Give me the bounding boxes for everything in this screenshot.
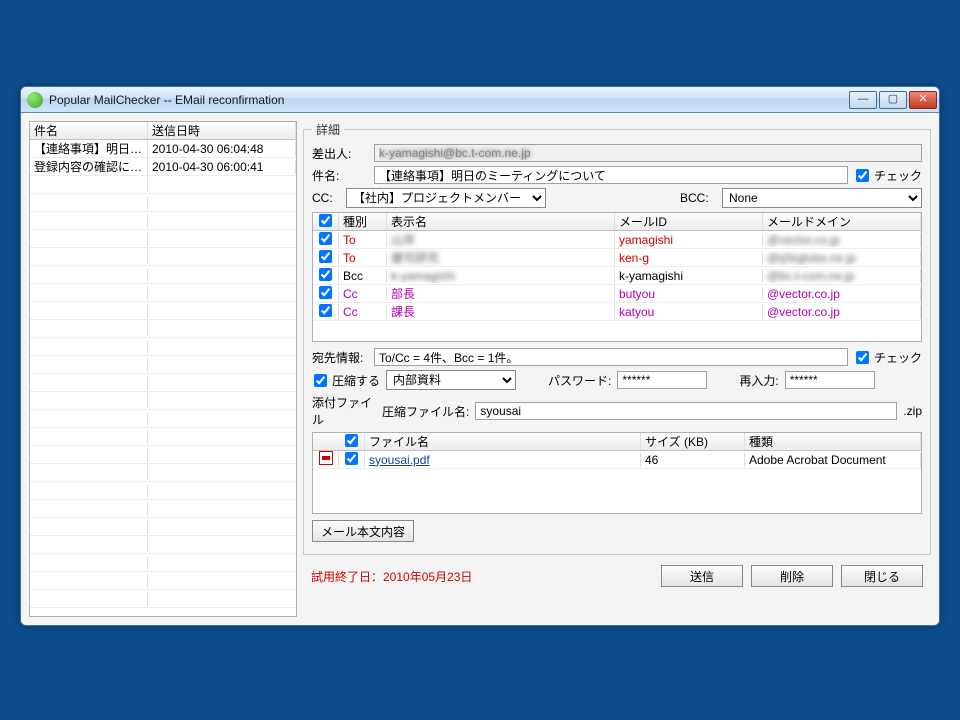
destinfo-field[interactable] (374, 348, 848, 366)
attachment-row[interactable]: syousai.pdf46Adobe Acrobat Document (313, 451, 921, 469)
col-filetype[interactable]: 種類 (745, 433, 921, 450)
zip-ext: .zip (903, 404, 922, 418)
attachment-link[interactable]: syousai.pdf (369, 453, 430, 467)
from-label: 差出人: (312, 145, 368, 162)
recipient-row[interactable]: Cc部長butyou@vector.co.jp (313, 285, 921, 303)
recipient-row[interactable]: Cc課長katyou@vector.co.jp (313, 303, 921, 321)
recipient-row[interactable]: To健司研究ken-g@ij/biglobe.ne.jp (313, 249, 921, 267)
app-window: Popular MailChecker -- EMail reconfirmat… (20, 86, 940, 626)
from-field (374, 144, 922, 162)
col-filename[interactable]: ファイル名 (365, 433, 641, 450)
subject-label: 件名: (312, 167, 368, 184)
col-display-name[interactable]: 表示名 (387, 213, 615, 230)
col-mail-domain[interactable]: メールドメイン (763, 213, 921, 230)
password2-label: 再入力: (739, 372, 778, 389)
attachments-table[interactable]: ファイル名 サイズ (KB) 種類 syousai.pdf46Adobe Acr… (312, 432, 922, 514)
subject-field[interactable] (374, 166, 848, 184)
col-mail-id[interactable]: メールID (615, 213, 763, 230)
message-row[interactable]: 【連絡事項】明日のミ…2010-04-30 06:04:48 (30, 140, 296, 158)
trial-notice: 試用終了日：2010年05月23日 (311, 568, 472, 585)
recipient-row[interactable]: To山岸yamagishi@vector.co.jp (313, 231, 921, 249)
attach-label: 添付ファイル (312, 394, 376, 428)
compress-check[interactable] (314, 374, 327, 387)
bcc-select[interactable]: None (722, 188, 922, 208)
mail-body-button[interactable]: メール本文内容 (312, 520, 414, 542)
recip-check-all[interactable] (319, 214, 332, 227)
subject-check[interactable] (856, 169, 869, 182)
send-button[interactable]: 送信 (661, 565, 743, 587)
zipname-field[interactable] (475, 402, 897, 420)
destinfo-label: 宛先情報: (312, 349, 368, 366)
minimize-button[interactable]: — (849, 91, 877, 109)
titlebar[interactable]: Popular MailChecker -- EMail reconfirmat… (21, 87, 939, 113)
zipname-label: 圧縮ファイル名: (382, 403, 469, 420)
recipient-row[interactable]: Bcck-yamagishik-yamagishi@bc.t-com.ne.jp (313, 267, 921, 285)
detail-group: 詳細 差出人: 件名: チェック CC: 【社内】プロジェク (303, 121, 931, 555)
destinfo-check-label[interactable]: チェック (854, 349, 922, 366)
col-kind[interactable]: 種別 (339, 213, 387, 230)
delete-button[interactable]: 削除 (751, 565, 833, 587)
message-row[interactable]: 登録内容の確認につ…2010-04-30 06:00:41 (30, 158, 296, 176)
app-icon (27, 92, 43, 108)
subject-check-label[interactable]: チェック (854, 167, 922, 184)
attach-check-all[interactable] (345, 434, 358, 447)
bcc-label: BCC: (680, 191, 716, 205)
compress-check-label[interactable]: 圧縮する (312, 372, 380, 389)
pdf-icon (319, 451, 333, 465)
detail-legend: 詳細 (312, 121, 344, 138)
col-filesize[interactable]: サイズ (KB) (641, 433, 745, 450)
password2-field[interactable] (785, 371, 875, 389)
password-field[interactable] (617, 371, 707, 389)
window-title: Popular MailChecker -- EMail reconfirmat… (49, 93, 284, 107)
message-list[interactable]: 件名 送信日時 【連絡事項】明日のミ…2010-04-30 06:04:48登録… (29, 121, 297, 617)
password-label: パスワード: (548, 372, 611, 389)
col-subject[interactable]: 件名 (30, 122, 148, 139)
destinfo-check[interactable] (856, 351, 869, 364)
col-date[interactable]: 送信日時 (148, 122, 296, 139)
recipients-table[interactable]: 種別 表示名 メールID メールドメイン To山岸yamagishi@vecto… (312, 212, 922, 342)
close-dialog-button[interactable]: 閉じる (841, 565, 923, 587)
cc-label: CC: (312, 191, 340, 205)
cc-select[interactable]: 【社内】プロジェクトメンバー (346, 188, 546, 208)
maximize-button[interactable]: ▢ (879, 91, 907, 109)
compress-preset-select[interactable]: 内部資料 (386, 370, 516, 390)
close-button[interactable]: ✕ (909, 91, 937, 109)
